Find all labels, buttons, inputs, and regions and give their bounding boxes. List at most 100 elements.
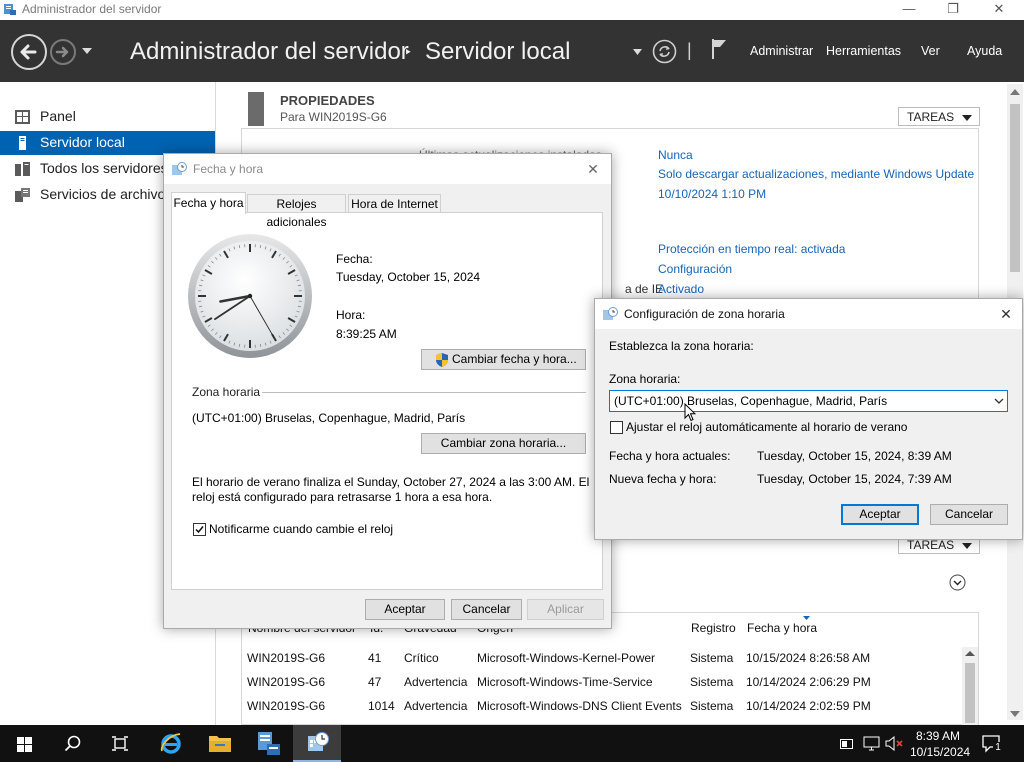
col-header-datetime[interactable]: Fecha y hora	[747, 621, 817, 635]
current-datetime-value: Tuesday, October 15, 2024, 8:39 AM	[757, 449, 952, 463]
last-updates-link[interactable]: 10/10/2024 1:10 PM	[658, 187, 766, 201]
change-timezone-button[interactable]: Cambiar zona horaria...	[421, 433, 586, 454]
minimize-icon: —	[902, 1, 916, 16]
close-button[interactable]: ✕	[976, 0, 1022, 20]
events-scrollbar[interactable]	[962, 647, 978, 725]
dashboard-icon	[15, 110, 30, 124]
table-row[interactable]: WIN2019S-G6 1014 Advertencia Microsoft-W…	[242, 695, 962, 719]
action-center-button[interactable]: 1	[982, 735, 1003, 753]
analog-clock	[188, 234, 312, 358]
datetime-dialog-titlebar: Fecha y hora ✕	[164, 154, 611, 184]
tab-label: Fecha y hora	[173, 196, 244, 210]
notify-label: Notificarme cuando cambie el reloj	[209, 522, 394, 536]
tab-label: Relojes adicionales	[266, 197, 327, 229]
timezone-ok-button[interactable]: Aceptar	[841, 504, 919, 525]
breadcrumb-app[interactable]: Administrador del servidor	[130, 38, 409, 66]
volume-muted-icon[interactable]	[885, 736, 905, 751]
scrollbar-thumb[interactable]	[965, 663, 975, 723]
cell-datetime: 10/14/2024 2:06:29 PM	[746, 675, 871, 689]
properties-tasks-button[interactable]: TAREAS	[898, 107, 980, 126]
ok-label: Aceptar	[384, 602, 426, 616]
datetime-ok-button[interactable]: Aceptar	[365, 599, 445, 620]
table-row[interactable]: WIN2019S-G6 41 Crítico Microsoft-Windows…	[242, 647, 962, 671]
tz-field-label: Zona horaria:	[609, 372, 681, 386]
battery-icon[interactable]	[840, 739, 854, 749]
clock-date[interactable]: 10/15/2024	[910, 745, 970, 759]
breadcrumb-dropdown-icon[interactable]	[633, 49, 642, 55]
server-icon	[19, 136, 26, 150]
tz-value: (UTC+01:00) Bruselas, Copenhague, Madrid…	[192, 411, 466, 425]
windows-update-link[interactable]: Solo descargar actualizaciones, mediante…	[658, 167, 974, 181]
tab-relojes-adicionales[interactable]: Relojes adicionales	[247, 194, 346, 229]
tasks-label: TAREAS	[907, 110, 955, 124]
feedback-link[interactable]: Configuración	[658, 262, 732, 276]
expand-section-icon[interactable]	[949, 574, 966, 591]
cell-id: 47	[368, 675, 382, 689]
sidebar-item-panel[interactable]: Panel	[0, 105, 215, 129]
forward-button[interactable]	[50, 39, 76, 65]
taskbar-explorer[interactable]	[195, 725, 243, 762]
cell-id: 1014	[368, 699, 395, 713]
control-panel-datetime-icon	[308, 732, 329, 751]
maximize-button[interactable]: ❐	[930, 0, 976, 20]
datetime-cancel-button[interactable]: Cancelar	[451, 599, 522, 620]
notify-checkbox[interactable]	[193, 523, 206, 536]
menu-administrar[interactable]: Administrar	[750, 44, 813, 58]
chevron-down-icon	[962, 115, 972, 121]
servers-icon	[15, 162, 30, 176]
sidebar-item-label: Servidor local	[40, 134, 125, 150]
window-title: Administrador del servidor	[22, 2, 162, 16]
breadcrumb-current: Servidor local	[425, 38, 571, 65]
taskbar-datetime-active[interactable]	[293, 725, 341, 762]
menu-ver[interactable]: Ver	[921, 44, 940, 58]
sort-indicator-icon	[803, 616, 810, 620]
ie-esc-link[interactable]: Activado	[658, 282, 704, 296]
cell-source: Microsoft-Windows-DNS Client Events	[477, 699, 682, 713]
task-view-icon	[112, 736, 128, 751]
tab-hora-internet[interactable]: Hora de Internet	[348, 194, 441, 213]
file-explorer-icon	[209, 736, 231, 752]
dst-checkbox[interactable]	[610, 421, 623, 434]
timezone-select[interactable]: (UTC+01:00) Bruselas, Copenhague, Madrid…	[609, 390, 1008, 412]
history-dropdown-icon[interactable]	[82, 48, 92, 54]
scrollbar-thumb[interactable]	[1010, 104, 1020, 272]
current-datetime-label: Fecha y hora actuales:	[609, 449, 731, 463]
minimize-button[interactable]: —	[886, 0, 932, 20]
clock-time[interactable]: 8:39 AM	[916, 729, 960, 743]
cell-datetime: 10/15/2024 8:26:58 AM	[746, 651, 871, 665]
refresh-icon[interactable]	[652, 39, 677, 64]
checkmark-icon	[195, 526, 204, 534]
taskbar-server-manager[interactable]	[244, 725, 292, 762]
table-row[interactable]: WIN2019S-G6 47 Advertencia Microsoft-Win…	[242, 671, 962, 695]
timezone-close-button[interactable]: ✕	[995, 303, 1017, 325]
menu-ayuda[interactable]: Ayuda	[967, 44, 1002, 58]
network-icon[interactable]	[863, 736, 880, 751]
uac-shield-icon	[436, 353, 448, 367]
sidebar-item-servidor-local[interactable]: Servidor local	[0, 131, 215, 155]
scroll-down-icon[interactable]	[1010, 710, 1020, 718]
datetime-close-button[interactable]: ✕	[582, 158, 604, 180]
notifications-flag-icon[interactable]	[710, 37, 728, 61]
col-header-log[interactable]: Registro	[691, 621, 736, 635]
datetime-apply-button[interactable]: Aplicar	[527, 599, 604, 620]
defender-link[interactable]: Protección en tiempo real: activada	[658, 242, 845, 256]
timezone-cancel-button[interactable]: Cancelar	[930, 504, 1008, 525]
scroll-up-icon[interactable]	[1010, 88, 1020, 96]
last-check-link[interactable]: Nunca	[658, 148, 693, 162]
taskbar-ie[interactable]	[146, 725, 194, 762]
properties-subtitle: Para WIN2019S-G6	[280, 110, 387, 124]
tz-section-label: Zona horaria	[192, 385, 261, 399]
change-datetime-button[interactable]: Cambiar fecha y hora...	[421, 349, 586, 370]
scroll-up-icon[interactable]	[965, 650, 975, 657]
forward-arrow-icon	[55, 46, 69, 58]
menu-herramientas[interactable]: Herramientas	[826, 44, 901, 58]
cell-log: Sistema	[690, 675, 734, 689]
datetime-dialog: Fecha y hora ✕ Fecha y hora Relojes adic…	[163, 153, 612, 629]
start-button[interactable]	[0, 725, 48, 762]
tab-fecha-hora[interactable]: Fecha y hora	[171, 192, 246, 214]
dst-checkbox-label: Ajustar el reloj automáticamente al hora…	[626, 420, 908, 434]
task-view-button[interactable]	[96, 725, 144, 762]
search-button[interactable]	[48, 725, 96, 762]
close-icon: ✕	[993, 1, 1005, 16]
back-button[interactable]	[11, 34, 47, 70]
